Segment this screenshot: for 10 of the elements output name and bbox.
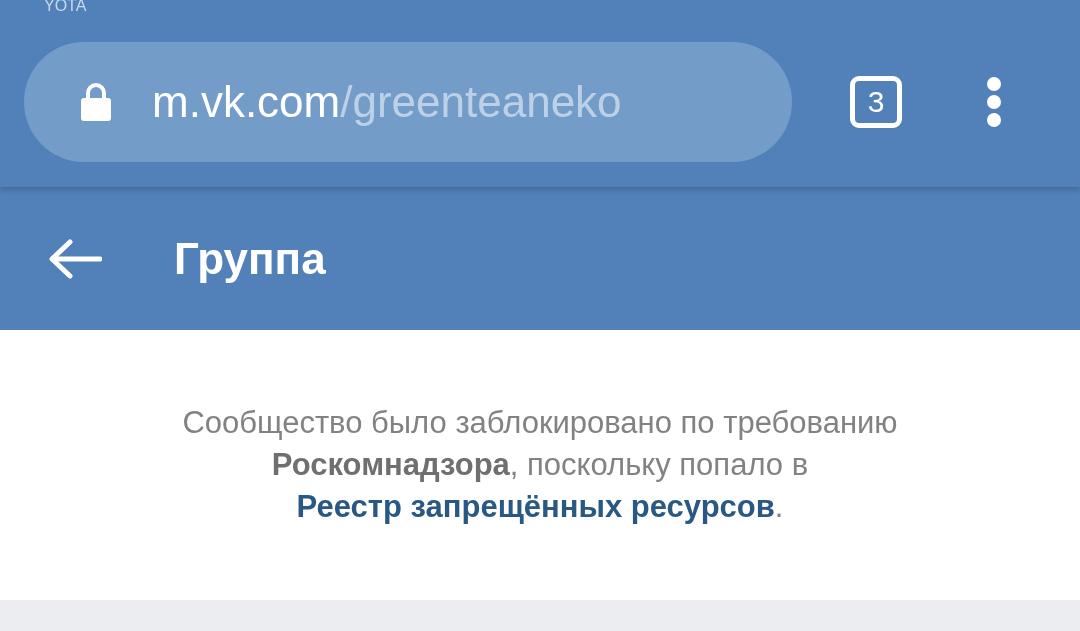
back-arrow-icon[interactable] [48, 238, 102, 279]
url-host: m.vk.com [152, 77, 341, 127]
blocked-notice: Сообщество было заблокировано по требованию Роскомнадзора, поскольку попало в Реестр запрещённых ресурсов. [181, 404, 899, 526]
registry-link[interactable]: Реестр запрещённых ресурсов [296, 489, 775, 524]
address-bar[interactable]: m.vk.com/greenteaneko [24, 42, 792, 162]
page-title: Группа [174, 233, 326, 284]
menu-icon[interactable] [986, 77, 1002, 127]
url-path: /greenteaneko [340, 77, 622, 127]
tab-count-button[interactable]: 3 [850, 76, 902, 128]
carrier-name: YOTA [44, 0, 87, 14]
